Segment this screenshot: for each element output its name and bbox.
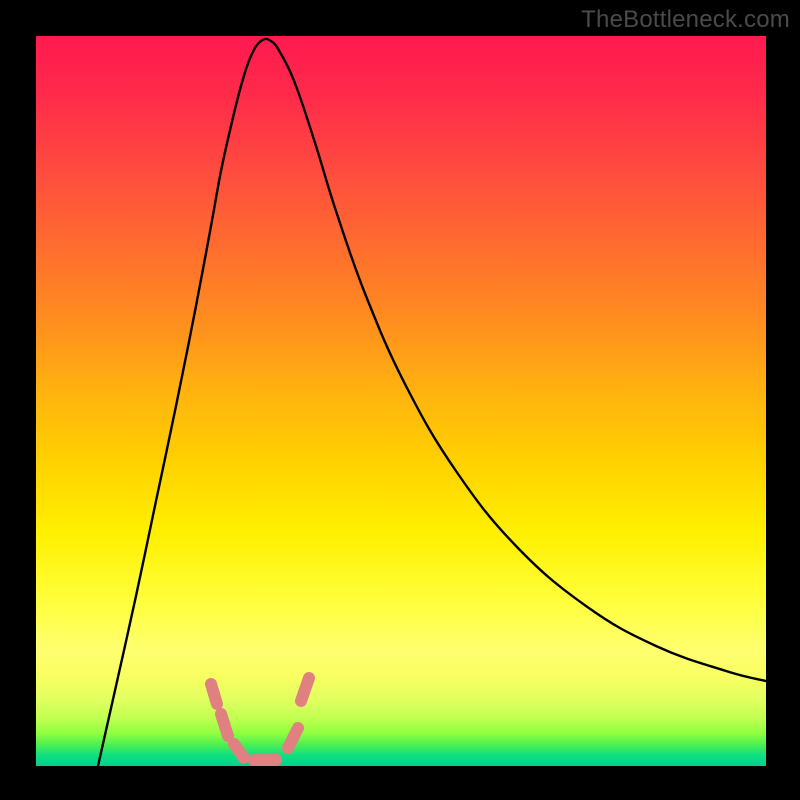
salmon-dash-1 xyxy=(211,684,217,704)
chart-frame: TheBottleneck.com xyxy=(0,0,800,800)
plot-area xyxy=(36,36,766,766)
salmon-dash-2 xyxy=(221,714,228,736)
salmon-dash-5 xyxy=(288,728,298,748)
curve-layer xyxy=(36,36,766,766)
salmon-markers xyxy=(211,678,309,760)
attribution-text: TheBottleneck.com xyxy=(581,6,790,34)
salmon-dash-6 xyxy=(301,678,309,701)
salmon-dash-3 xyxy=(234,744,244,758)
bottleneck-curve xyxy=(98,39,766,766)
